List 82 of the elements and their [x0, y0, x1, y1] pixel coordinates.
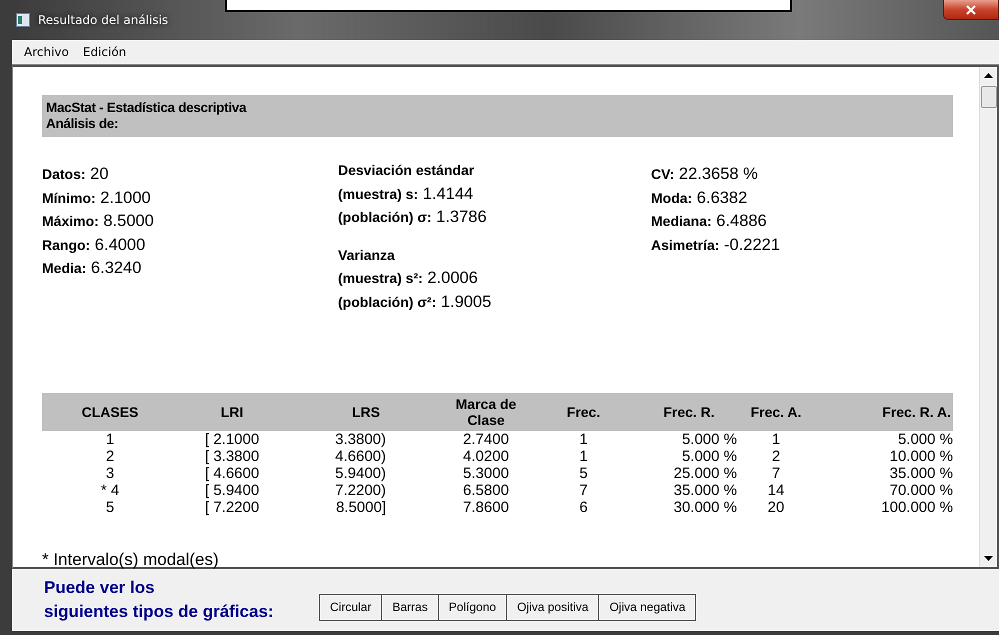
stat-value: Asimetría: -0.2221: [651, 234, 780, 256]
table-cell: 6.5800: [463, 482, 509, 499]
table-cell: [ 2.1000: [205, 431, 260, 448]
chart-button[interactable]: Barras: [381, 594, 439, 620]
table-cell: [ 3.3800: [205, 448, 260, 465]
chart-button[interactable]: Polígono: [438, 594, 508, 620]
menu-item[interactable]: Archivo: [24, 45, 69, 59]
scroll-down-icon[interactable]: [984, 556, 993, 561]
stat-value: CV: 22.3658 %: [651, 164, 759, 185]
stat-value: Rango: 6.4000: [42, 234, 146, 256]
table-cell: 8.5000]: [336, 499, 386, 516]
table-cell: 1: [579, 431, 588, 448]
table-cell: 1: [106, 431, 114, 448]
header-text: Análisis de:: [46, 116, 120, 132]
chart-prompt: Puede ver los siguientes tipos de gráficas:: [44, 577, 275, 623]
footnote: * Intervalo(s) modal(es): [42, 550, 220, 570]
close-button[interactable]: [943, 0, 999, 20]
stat-value: (muestra) s: 1.4144: [338, 184, 474, 204]
table-cell: 1: [579, 448, 588, 465]
table-cell: 2: [106, 448, 114, 465]
table-cell: 14: [768, 482, 784, 499]
chart-button[interactable]: Ojiva negativa: [598, 594, 696, 620]
stat-value: Máximo: 8.5000: [42, 211, 155, 232]
table-cell: 4.6600): [335, 448, 386, 465]
table-cell: [ 7.2200: [205, 499, 260, 516]
stat-value: Media: 6.3240: [42, 258, 142, 279]
table-cell: [ 5.9400: [205, 482, 260, 499]
window-title: Resultado del análisis: [38, 13, 168, 27]
table-cell: 20: [768, 499, 784, 516]
table-cell: 5.000 %: [682, 448, 737, 465]
stat-value: Mediana: 6.4886: [651, 211, 768, 232]
table-cell: 5: [579, 465, 588, 482]
header-text: MacStat - Estadística descriptiva: [46, 100, 248, 116]
stat-value: (población) σ²: 1.9005: [338, 292, 492, 312]
table-cell: 10.000 %: [890, 448, 953, 465]
stat-value: Datos: 20: [42, 164, 110, 185]
table-cell: 5: [106, 499, 114, 516]
table-cell: 5.3000: [463, 465, 509, 482]
table-cell: 7.8600: [463, 499, 509, 516]
table-cell: * 4: [100, 482, 120, 499]
chart-button[interactable]: Circular: [319, 594, 382, 620]
table-cell: 5.000 %: [682, 431, 737, 448]
table-cell: 3.3800): [335, 431, 386, 448]
column-header: Marca de Clase: [454, 396, 518, 428]
column-header: Frec. R.: [662, 404, 716, 420]
close-icon: [965, 4, 977, 14]
stat-heading: Varianza: [338, 246, 396, 264]
app-icon: [16, 13, 30, 27]
stat-value: Moda: 6.6382: [651, 188, 748, 208]
scroll-thumb[interactable]: [980, 86, 996, 108]
table-cell: 2.7400: [463, 431, 509, 448]
table-cell: [ 4.6600: [205, 465, 260, 482]
stat-value: Mínimo: 2.1000: [42, 188, 152, 208]
column-header: CLASES: [80, 404, 140, 420]
stat-value: (población) σ: 1.3786: [338, 207, 488, 228]
table-cell: 7: [579, 482, 588, 499]
table-cell: 6: [579, 499, 588, 516]
column-header: Frec.: [566, 404, 602, 420]
table-cell: 25.000 %: [674, 465, 737, 482]
column-header: LRI: [220, 404, 244, 420]
table-cell: 1: [772, 431, 780, 448]
table-cell: 5.000 %: [898, 431, 953, 448]
table-cell: 35.000 %: [674, 482, 737, 499]
stat-value: (muestra) s²: 2.0006: [338, 268, 479, 289]
scrollbar[interactable]: [979, 67, 997, 567]
stat-heading: Desviación estándar: [338, 161, 476, 180]
column-header: LRS: [351, 404, 381, 420]
scroll-up-icon[interactable]: [984, 73, 993, 78]
chart-button[interactable]: Ojiva positiva: [506, 594, 600, 620]
table-cell: 7.2200): [335, 482, 386, 499]
table-cell: 3: [106, 465, 114, 482]
table-cell: 2: [772, 448, 780, 465]
table-cell: 70.000 %: [890, 482, 953, 499]
table-cell: 30.000 %: [674, 499, 737, 516]
table-cell: 4.0200: [463, 448, 509, 465]
column-header: Frec. R. A.: [881, 404, 952, 420]
menu-item[interactable]: Edición: [82, 45, 126, 59]
table-cell: 100.000 %: [881, 499, 953, 516]
table-cell: 35.000 %: [890, 465, 953, 482]
table-cell: 7: [772, 465, 780, 482]
column-header: Frec. A.: [750, 404, 802, 420]
table-cell: 5.9400): [335, 465, 386, 482]
